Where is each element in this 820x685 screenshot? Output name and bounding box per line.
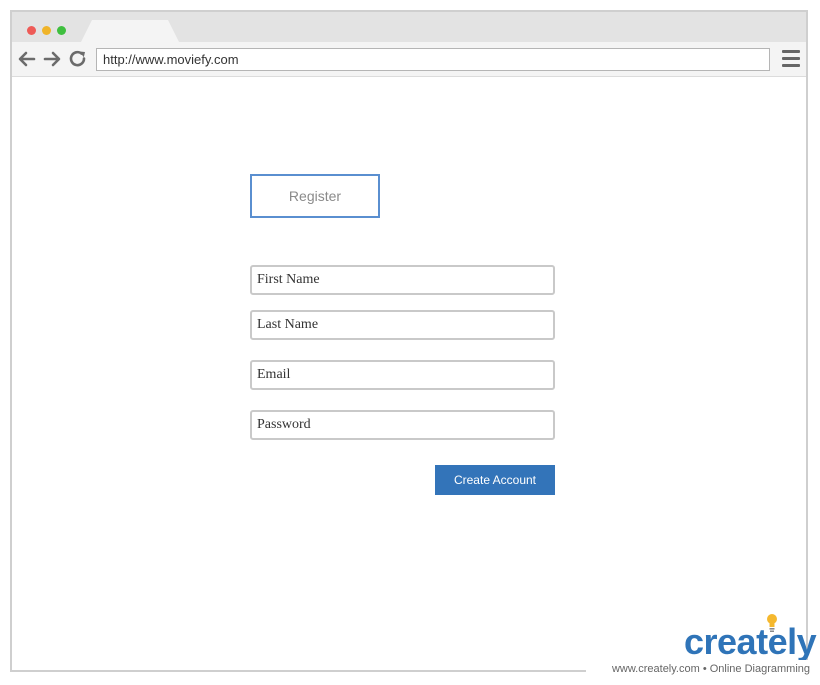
browser-window — [10, 10, 808, 672]
first-name-field[interactable] — [250, 265, 555, 295]
back-arrow-icon[interactable] — [18, 50, 36, 68]
close-window-button[interactable] — [27, 26, 36, 35]
register-tab[interactable]: Register — [250, 174, 380, 218]
title-bar — [12, 12, 806, 44]
browser-toolbar — [12, 42, 806, 77]
forward-arrow-icon[interactable] — [43, 50, 61, 68]
creately-logo: creately — [684, 621, 817, 662]
create-account-button[interactable]: Create Account — [435, 465, 555, 495]
url-input[interactable] — [96, 48, 770, 71]
hamburger-menu-icon[interactable] — [782, 49, 800, 69]
minimize-window-button[interactable] — [42, 26, 51, 35]
maximize-window-button[interactable] — [57, 26, 66, 35]
email-field[interactable] — [250, 360, 555, 390]
last-name-field[interactable] — [250, 310, 555, 340]
footer-text: www.creately.com • Online Diagramming — [586, 660, 810, 682]
browser-tab[interactable] — [80, 20, 180, 44]
password-field[interactable] — [250, 410, 555, 440]
reload-icon[interactable] — [69, 50, 87, 68]
